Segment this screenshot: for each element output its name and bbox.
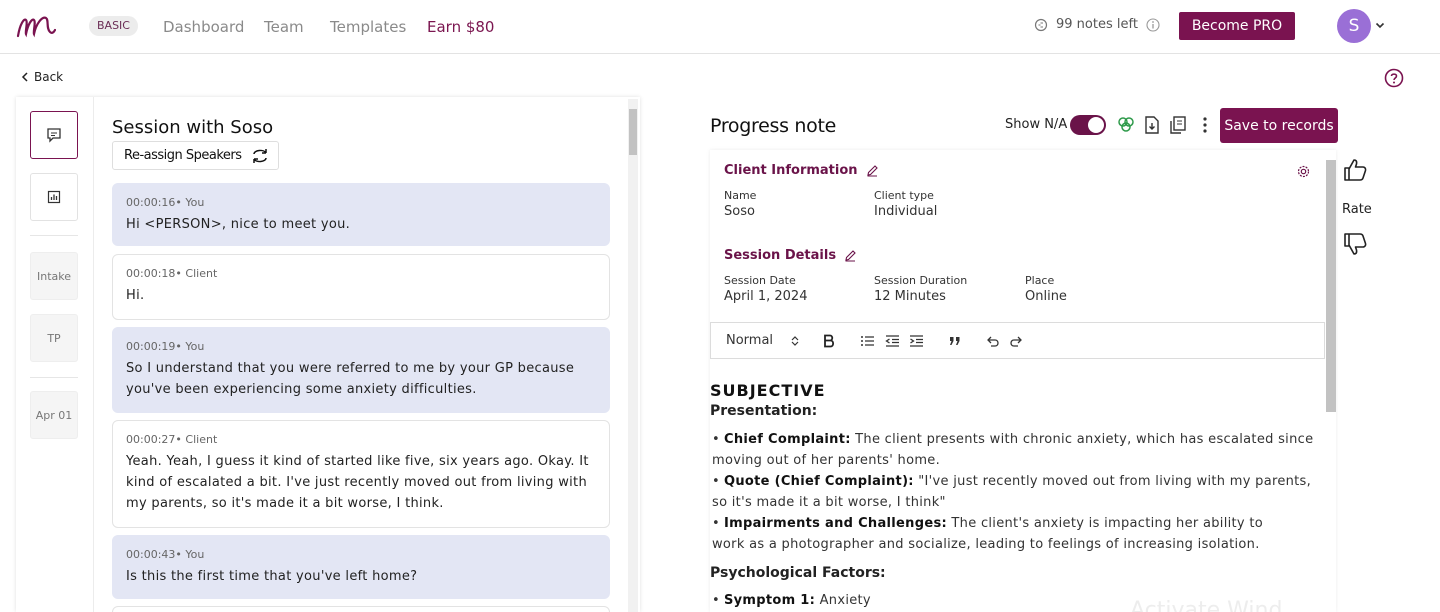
notes-left-counter: 99 notes left	[1034, 17, 1160, 32]
message-text: So I understand that you were referred t…	[126, 361, 575, 397]
place-label: Place	[1025, 274, 1055, 287]
note-title: Progress note	[710, 115, 837, 137]
nav-earn[interactable]: Earn $80	[427, 18, 494, 36]
place-value: Online	[1025, 289, 1067, 304]
session-title: Session with Soso	[112, 117, 274, 138]
intake-tab[interactable]: Intake	[30, 252, 78, 300]
session-date-tab[interactable]: Apr 01	[30, 391, 78, 439]
help-icon[interactable]	[1384, 68, 1404, 88]
message-text: Hi <PERSON>, nice to meet you.	[126, 217, 351, 232]
toggle-knob	[1088, 117, 1104, 133]
rate-label: Rate	[1342, 202, 1372, 217]
nav-dashboard[interactable]: Dashboard	[163, 18, 244, 36]
edit-icon[interactable]	[844, 249, 857, 262]
swap-icon	[252, 148, 267, 163]
quote-icon[interactable]	[948, 334, 962, 348]
notes-icon	[1034, 18, 1048, 31]
logo-icon[interactable]	[16, 12, 56, 40]
note-bullet: • Chief Complaint: The client presents wi…	[712, 432, 1314, 468]
reassign-speakers-button[interactable]: Re-assign Speakers	[112, 141, 279, 170]
undo-icon[interactable]	[985, 334, 1000, 348]
select-arrows-icon[interactable]	[790, 335, 800, 347]
redo-icon[interactable]	[1009, 334, 1024, 348]
copy-icon[interactable]	[1167, 114, 1189, 136]
ai-regenerate-icon[interactable]	[1115, 114, 1137, 136]
chevron-left-icon	[21, 72, 28, 82]
note-bullet: • Impairments and Challenges: The client'…	[712, 516, 1263, 552]
notes-left-text: 99 notes left	[1056, 17, 1138, 32]
tp-tab[interactable]: TP	[30, 314, 78, 362]
session-duration-value: 12 Minutes	[874, 289, 946, 304]
name-value: Soso	[724, 204, 755, 219]
transcript-message[interactable]: 00:00:18• Client Hi.	[112, 254, 610, 320]
top-nav-bar: BASIC Dashboard Team Templates Earn $80 …	[0, 0, 1440, 54]
plan-badge: BASIC	[89, 16, 138, 36]
session-details-header: Session Details	[724, 248, 857, 263]
transcript-scroll-thumb[interactable]	[629, 109, 637, 155]
session-date-label: Session Date	[724, 274, 796, 287]
back-link[interactable]: Back	[20, 70, 63, 84]
more-options-icon[interactable]	[1194, 114, 1216, 136]
transcript-message[interactable]: 00:00:27• Client Yeah. Yeah, I guess it …	[112, 420, 610, 528]
transcript-message[interactable]: 00:00:43• You Is this the first time tha…	[112, 535, 610, 599]
psych-factors-heading: Psychological Factors:	[710, 565, 886, 581]
client-info-title: Client Information	[724, 163, 858, 178]
client-type-value: Individual	[874, 204, 938, 219]
chevron-down-icon[interactable]	[1374, 19, 1386, 31]
note-scrollbar-thumb[interactable]	[1326, 160, 1336, 412]
bullet-list-icon[interactable]	[860, 334, 875, 348]
back-label: Back	[34, 70, 64, 84]
edit-icon[interactable]	[866, 164, 879, 177]
message-meta: 00:00:18• Client	[126, 267, 218, 280]
become-pro-button[interactable]: Become PRO	[1179, 12, 1295, 40]
indent-icon[interactable]	[909, 334, 924, 348]
transcript-tab[interactable]	[30, 111, 78, 159]
format-select[interactable]: Normal	[726, 333, 773, 348]
show-na-label: Show N/A	[1005, 117, 1068, 132]
outdent-icon[interactable]	[885, 334, 900, 348]
download-icon[interactable]	[1141, 114, 1163, 136]
transcript-panel: Intake TP Apr 01 Session with Soso Re-as…	[16, 97, 640, 612]
avatar[interactable]: S	[1337, 9, 1371, 43]
transcript-message[interactable]: 00:00:16• You Hi <PERSON>, nice to meet …	[112, 183, 610, 246]
settings-gear-icon[interactable]	[1296, 164, 1311, 179]
thumbs-up-icon[interactable]	[1341, 156, 1369, 184]
client-info-header: Client Information	[724, 163, 879, 178]
bold-icon[interactable]	[823, 334, 835, 348]
message-text: Is this the first time that you've left …	[126, 569, 418, 584]
thumbs-down-icon[interactable]	[1341, 230, 1369, 258]
presentation-heading: Presentation:	[710, 403, 818, 419]
message-meta: 00:00:19• You	[126, 340, 205, 353]
session-details-title: Session Details	[724, 248, 837, 263]
info-icon[interactable]	[1146, 17, 1160, 32]
rail-divider	[30, 377, 78, 378]
analytics-tab[interactable]	[30, 173, 78, 221]
message-meta: 00:00:43• You	[126, 548, 205, 561]
reassign-label: Re-assign Speakers	[124, 148, 242, 163]
client-type-label: Client type	[874, 189, 934, 202]
session-duration-label: Session Duration	[874, 274, 968, 287]
transcript-message[interactable]: 00:00:19• You So I understand that you w…	[112, 327, 610, 413]
side-rail: Intake TP Apr 01	[16, 97, 94, 612]
subjective-heading: SUBJECTIVE	[710, 381, 826, 400]
nav-templates[interactable]: Templates	[330, 18, 406, 36]
message-text: Yeah. Yeah, I guess it kind of started l…	[126, 454, 589, 511]
message-meta: 00:00:27• Client	[126, 433, 218, 446]
message-text: Hi.	[126, 288, 145, 303]
name-label: Name	[724, 189, 757, 202]
transcript-message-partial	[112, 606, 610, 612]
message-meta: 00:00:16• You	[126, 196, 205, 209]
rail-divider	[30, 235, 78, 236]
report-icon	[47, 190, 61, 204]
activation-watermark: Activate Wind	[1130, 598, 1283, 612]
save-to-records-button[interactable]: Save to records	[1220, 108, 1338, 143]
session-date-value: April 1, 2024	[724, 289, 808, 304]
transcript-scrollbar[interactable]	[628, 99, 638, 612]
note-bullet: • Quote (Chief Complaint): "I've just rec…	[712, 474, 1312, 510]
nav-team[interactable]: Team	[264, 18, 304, 36]
chat-icon	[47, 128, 61, 143]
